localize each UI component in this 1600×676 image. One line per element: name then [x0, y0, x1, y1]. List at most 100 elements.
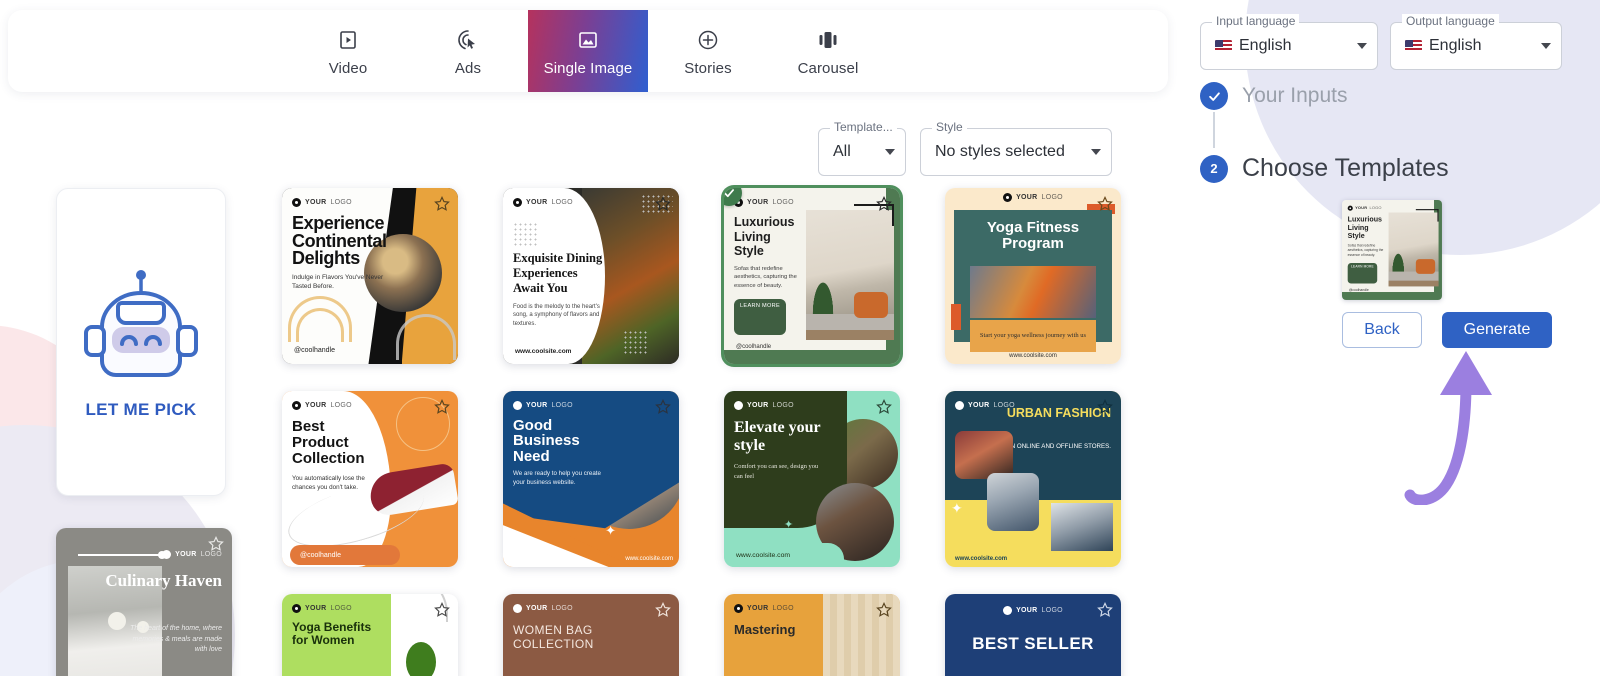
favorite-star-icon[interactable]: [1096, 398, 1114, 421]
card-logo: YOUR LOGO: [513, 401, 669, 410]
template-card-urban-fashion[interactable]: URBAN FASHION AVAILABLE IN ONLINE AND OF…: [945, 391, 1121, 567]
logo-secondary: LOGO: [330, 199, 352, 206]
ads-cursor-icon: [456, 25, 480, 55]
template-card-wrapper: ✦ YOUR LOGO Good Business Need We are re…: [503, 391, 724, 594]
selected-template-preview[interactable]: YOUR LOGO Luxurious Living Style Sofas t…: [1342, 200, 1442, 300]
template-card-elevate-your-style[interactable]: ✦ YOUR LOGO Elevate your style Comfort y…: [724, 391, 900, 567]
us-flag-icon: [1405, 40, 1422, 52]
template-card-good-business-need[interactable]: ✦ YOUR LOGO Good Business Need We are re…: [503, 391, 679, 567]
preview-title: Luxurious Living Style: [1347, 215, 1382, 240]
template-card-luxurious-living-style[interactable]: YOUR LOGO Luxurious Living Style Sofas t…: [724, 188, 900, 364]
favorite-star-icon[interactable]: [433, 398, 451, 421]
logo-secondary: LOGO: [772, 402, 794, 409]
tab-single-image[interactable]: Single Image: [528, 10, 648, 92]
template-card-experience-continental-delights[interactable]: YOUR LOGO Experience Continental Delight…: [282, 188, 458, 364]
let-me-pick-card[interactable]: LET ME PICK: [56, 188, 226, 496]
card-cta: LEARN MORE: [734, 298, 786, 335]
logo-primary: YOUR: [747, 402, 769, 409]
template-card-wrapper: YOUR LOGO Experience Continental Delight…: [282, 188, 503, 391]
card-logo: YOUR LOGO: [292, 401, 448, 410]
filter-row: Template... All Style No styles selected: [0, 120, 1170, 176]
robot-icon: [78, 265, 204, 386]
template-card-yoga-benefits[interactable]: YOUR LOGO Yoga Benefits for Women: [282, 594, 458, 676]
favorite-star-icon[interactable]: [875, 195, 893, 218]
video-icon: [338, 25, 358, 55]
logo-secondary: LOGO: [772, 605, 794, 612]
template-type-select[interactable]: Template... All: [818, 120, 906, 176]
card-logo: YOUR LOGO: [292, 198, 448, 207]
template-card-wrapper: YOUR LOGO Luxurious Living Style Sofas t…: [724, 188, 945, 391]
favorite-star-icon[interactable]: [654, 195, 672, 218]
card-title: Elevate your style: [734, 419, 821, 454]
card-title: Best Product Collection: [292, 418, 365, 467]
template-card-best-seller[interactable]: YOUR LOGO BEST SELLER: [945, 594, 1121, 676]
template-card-mastering[interactable]: YOUR LOGO Mastering: [724, 594, 900, 676]
favorite-star-icon[interactable]: [1096, 601, 1114, 624]
step-your-inputs-label: Your Inputs: [1242, 84, 1348, 107]
card-logo: YOUR LOGO: [292, 604, 448, 613]
style-select[interactable]: Style No styles selected: [920, 120, 1112, 176]
favorite-star-icon[interactable]: [654, 398, 672, 421]
us-flag-icon: [1215, 40, 1232, 52]
template-card-wrapper: YOUR LOGO WOMEN BAG COLLECTION: [503, 594, 724, 676]
card-logo: YOUR LOGO: [955, 401, 1111, 410]
tab-ads[interactable]: Ads: [408, 10, 528, 92]
template-card-exquisite-dining[interactable]: YOUR LOGO Exquisite Dining Experiences A…: [503, 188, 679, 364]
card-title: Yoga Fitness Program: [986, 219, 1080, 253]
card-subtitle: Comfort you can see, design you can feel: [734, 463, 819, 480]
card-footer: @coolhandle: [290, 545, 400, 565]
card-subtitle: We are ready to help you create your bus…: [513, 470, 601, 487]
step-choose-templates[interactable]: 2 Choose Templates: [1200, 154, 1449, 183]
chevron-down-icon: [1541, 43, 1551, 49]
template-card-best-product-collection[interactable]: YOUR LOGO Best Product Collection You au…: [282, 391, 458, 567]
card-title: Mastering: [734, 622, 796, 637]
card-logo: YOUR LOGO: [513, 198, 669, 207]
card-subtitle: Start your yoga wellness journey with us: [970, 320, 1096, 352]
favorite-star-icon[interactable]: [1096, 195, 1114, 218]
back-button[interactable]: Back: [1342, 312, 1422, 348]
favorite-star-icon[interactable]: [207, 535, 225, 558]
template-type-legend: Template...: [830, 120, 897, 134]
output-language-value: English: [1429, 37, 1482, 54]
favorite-star-icon[interactable]: [654, 601, 672, 624]
logo-secondary: LOGO: [772, 199, 794, 206]
step-complete-check-icon: [1200, 82, 1228, 110]
tab-video[interactable]: Video: [288, 10, 408, 92]
input-language-value: English: [1239, 37, 1292, 54]
template-artwork: YOUR LOGO Yoga Benefits for Women: [282, 594, 458, 676]
card-subtitle: Sofas that redefine aesthetics, capturin…: [734, 265, 797, 289]
logo-secondary: LOGO: [551, 605, 573, 612]
logo-secondary: LOGO: [330, 402, 352, 409]
output-language-select[interactable]: Output language English: [1390, 14, 1562, 70]
template-card-women-bag-collection[interactable]: YOUR LOGO WOMEN BAG COLLECTION: [503, 594, 679, 676]
template-card-yoga-fitness-program[interactable]: Yoga Fitness Program Start your yoga wel…: [945, 188, 1121, 364]
panel-actions: Back Generate: [1342, 312, 1552, 348]
chevron-down-icon: [1357, 43, 1367, 49]
favorite-star-icon[interactable]: [875, 398, 893, 421]
template-card-culinary-haven[interactable]: YOUR LOGO Culinary Haven The heart of th…: [56, 528, 232, 676]
style-legend: Style: [932, 120, 967, 134]
card-title: Experience Continental Delights: [292, 213, 387, 269]
input-language-select[interactable]: Input language English: [1200, 14, 1378, 70]
tab-carousel[interactable]: Carousel: [768, 10, 888, 92]
card-subtitle: Indulge in Flavors You've Never Tasted B…: [292, 273, 384, 290]
card-logo: YOUR LOGO: [734, 604, 890, 613]
generate-button[interactable]: Generate: [1442, 312, 1552, 348]
card-subtitle: You automatically lose the chances you d…: [292, 474, 365, 491]
step-your-inputs[interactable]: Your Inputs: [1200, 82, 1347, 110]
logo-primary: YOUR: [747, 605, 769, 612]
tab-ads-label: Ads: [454, 60, 482, 77]
step-connector: [1213, 112, 1215, 148]
favorite-star-icon[interactable]: [433, 195, 451, 218]
tab-stories[interactable]: Stories: [648, 10, 768, 92]
favorite-star-icon[interactable]: [433, 601, 451, 624]
template-card-wrapper: Yoga Fitness Program Start your yoga wel…: [945, 188, 1166, 391]
favorite-star-icon[interactable]: [875, 601, 893, 624]
logo-secondary: LOGO: [330, 605, 352, 612]
card-title: BEST SELLER: [972, 634, 1094, 653]
chevron-down-icon: [1091, 149, 1101, 155]
template-artwork: YOUR LOGO Culinary Haven The heart of th…: [56, 528, 232, 676]
content-type-tabbar: Video Ads Single Image Stories Carousel: [8, 10, 1168, 92]
logo-primary: YOUR: [1355, 206, 1368, 211]
preview-subtitle: Sofas that redefine aesthetics, capturin…: [1347, 244, 1384, 258]
